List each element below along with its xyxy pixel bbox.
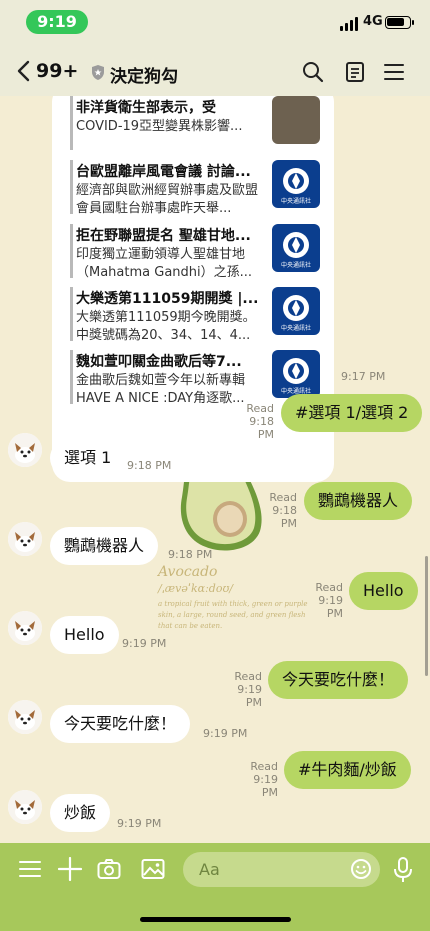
news-summary: 經濟部與歐洲經貿辦事處及歐盟會員國駐台辦事處昨天舉... <box>76 183 259 216</box>
news-title: 魏如萱叩關金曲歌后等7... <box>76 354 242 370</box>
read-receipt: Read 9:19 PM <box>315 581 343 620</box>
news-title: 台歐盟離岸風電會議 討論... <box>76 164 251 180</box>
home-indicator <box>140 917 291 922</box>
incoming-message[interactable]: 今天要吃什麼！ <box>50 705 191 743</box>
outgoing-message[interactable]: 今天要吃什麼！ <box>268 661 409 699</box>
cna-logo-icon: 中央通訊社 <box>272 224 320 272</box>
read-receipt: Read 9:18 PM <box>269 491 297 530</box>
message-input[interactable]: Aa <box>183 852 380 887</box>
chat-area[interactable]: Avocado /ˌævəˈkɑːdoʊ/ a tropical fruit w… <box>0 96 430 843</box>
outgoing-message[interactable]: Hello <box>349 572 418 610</box>
status-bar: 9:19 4G <box>0 0 430 44</box>
emoji-icon[interactable] <box>350 858 372 880</box>
avocado-caption: Avocado /ˌævəˈkɑːdoʊ/ a tropical fruit w… <box>158 564 308 630</box>
signal-icon <box>340 17 360 31</box>
news-title: 大樂透第111059期開獎 |... <box>76 291 259 307</box>
menu-icon[interactable] <box>383 61 405 83</box>
cna-logo-icon: 中央通訊社 <box>272 160 320 208</box>
chevron-left-icon <box>17 60 30 82</box>
scrollbar[interactable] <box>425 556 428 676</box>
message-time: 9:19 PM <box>122 637 167 650</box>
menu-icon[interactable] <box>18 857 42 881</box>
outgoing-message[interactable]: 鸚鵡機器人 <box>304 482 413 520</box>
cna-logo-icon: 中央通訊社 <box>272 287 320 335</box>
news-summary: 印度獨立運動領導人聖雄甘地（Mahatma Gandhi）之孫... <box>76 247 253 280</box>
avatar[interactable] <box>8 700 42 734</box>
news-item[interactable]: 台歐盟離岸風電會議 討論... 經濟部與歐洲經貿辦事處及歐盟會員國駐台辦事處昨天… <box>70 160 324 216</box>
search-icon[interactable] <box>302 61 324 83</box>
incoming-message[interactable]: Hello <box>50 616 119 654</box>
image-icon[interactable] <box>141 857 165 881</box>
incoming-message[interactable]: 鸚鵡機器人 <box>50 527 159 565</box>
read-receipt: Read 9:19 PM <box>250 760 278 799</box>
news-item[interactable]: 拒在野聯盟提名 聖雄甘地... 印度獨立運動領導人聖雄甘地（Mahatma Ga… <box>70 224 324 280</box>
microphone-icon[interactable] <box>392 857 414 883</box>
chat-header: 99+ 決定狗勾 <box>0 44 430 96</box>
message-time: 9:19 PM <box>117 817 162 830</box>
news-summary: 大樂透第111059期今晚開獎。中獎號碼為20、34、14、4... <box>76 310 256 343</box>
read-receipt: Read 9:19 PM <box>234 670 262 709</box>
network-type: 4G <box>363 14 383 29</box>
chat-title: 決定狗勾 <box>110 67 178 87</box>
avatar[interactable] <box>8 611 42 645</box>
plus-icon[interactable] <box>58 857 82 881</box>
avatar[interactable] <box>8 522 42 556</box>
avatar[interactable] <box>8 433 42 467</box>
status-time: 9:19 <box>26 10 88 34</box>
back-button[interactable]: 99+ <box>16 58 86 84</box>
message-time: 9:17 PM <box>341 370 386 383</box>
message-time: 9:18 PM <box>168 548 213 561</box>
unread-count: 99+ <box>36 60 79 82</box>
news-title: 非洋貨衛生部表示，受 <box>76 100 216 116</box>
news-item[interactable]: 魏如萱叩關金曲歌后等7... 金曲歌后魏如萱今年以新專輯HAVE A NICE … <box>70 350 324 406</box>
input-placeholder: Aa <box>199 860 220 879</box>
incoming-message[interactable]: 選項 1 <box>50 439 126 477</box>
notes-icon[interactable] <box>344 61 366 83</box>
avatar[interactable] <box>8 790 42 824</box>
read-receipt: Read 9:18 PM <box>246 402 274 441</box>
message-time: 9:18 PM <box>127 459 172 472</box>
message-input-bar: Aa <box>0 843 430 931</box>
cna-logo-icon: 中央通訊社 <box>272 350 320 398</box>
battery-icon <box>385 16 414 29</box>
outgoing-message[interactable]: #牛肉麵/炒飯 <box>284 751 411 789</box>
incoming-message[interactable]: 炒飯 <box>50 794 111 832</box>
message-time: 9:19 PM <box>203 727 248 740</box>
news-photo-thumbnail <box>272 96 320 144</box>
camera-icon[interactable] <box>97 857 121 881</box>
news-item[interactable]: 非洋貨衛生部表示，受 COVID-19亞型變異株影響... <box>70 96 324 152</box>
outgoing-message[interactable]: #選項 1/選項 2 <box>281 394 423 432</box>
shield-icon <box>92 65 104 80</box>
news-summary: COVID-19亞型變異株影響... <box>76 119 243 134</box>
news-item[interactable]: 大樂透第111059期開獎 |... 大樂透第111059期今晚開獎。中獎號碼為… <box>70 287 324 343</box>
news-title: 拒在野聯盟提名 聖雄甘地... <box>76 228 251 244</box>
